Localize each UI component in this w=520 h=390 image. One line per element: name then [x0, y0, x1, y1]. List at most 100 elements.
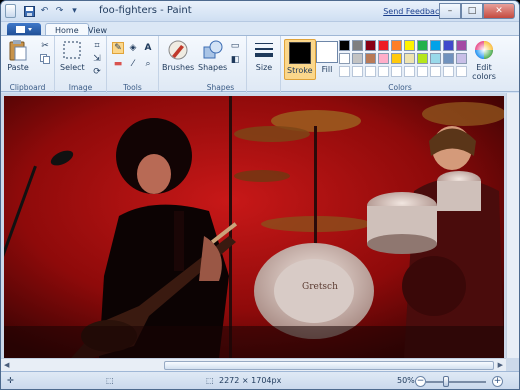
custom-color-slot[interactable]: [417, 66, 428, 77]
select-label: Select: [60, 63, 85, 72]
color-swatch[interactable]: [339, 40, 350, 51]
fill-bucket-icon[interactable]: ◈: [127, 42, 139, 54]
magnifier-icon[interactable]: ⌕: [142, 58, 154, 70]
select-button[interactable]: Select: [60, 39, 85, 72]
select-icon: [61, 39, 83, 61]
shapes-group: Shapes ▭ ◧ Shapes: [195, 36, 247, 93]
zoom-out-icon[interactable]: −: [415, 376, 426, 387]
color-swatch[interactable]: [378, 53, 389, 64]
cursor-position-icon: ✛: [7, 376, 14, 385]
colors-group: Stroke Fill Edit colors Colors: [281, 36, 519, 93]
color-swatch[interactable]: [352, 53, 363, 64]
image-size-icon: ⬚: [206, 376, 214, 385]
color-swatch[interactable]: [365, 53, 376, 64]
image-group: Select ⌗ ⇲ ⟳ Image: [55, 36, 107, 93]
custom-color-slot[interactable]: [339, 66, 350, 77]
outline-icon[interactable]: ▭: [229, 40, 241, 52]
color-swatch[interactable]: [365, 40, 376, 51]
brushes-button[interactable]: Brushes: [162, 39, 194, 72]
fill-label: Fill: [321, 65, 333, 74]
zoom-slider-thumb[interactable]: [443, 376, 449, 387]
undo-icon[interactable]: ↶: [38, 4, 51, 18]
color-swatch[interactable]: [391, 53, 402, 64]
zoom-in-icon[interactable]: +: [492, 376, 503, 387]
save-icon[interactable]: [23, 4, 36, 18]
scroll-right-icon[interactable]: ▶: [498, 361, 503, 369]
color-swatch[interactable]: [391, 40, 402, 51]
window-menu-icon[interactable]: [5, 4, 16, 18]
color-swatch[interactable]: [456, 53, 467, 64]
edit-colors-button[interactable]: Edit colors: [469, 39, 499, 81]
copy-icon[interactable]: [39, 53, 51, 65]
send-feedback-link[interactable]: Send Feedback: [383, 7, 444, 16]
color-swatch[interactable]: [404, 40, 415, 51]
color-swatch[interactable]: [443, 40, 454, 51]
brush-icon: [167, 39, 189, 61]
clipboard-group: Paste ✂ Clipboard: [1, 36, 55, 93]
custom-color-slot[interactable]: [443, 66, 454, 77]
selection-size-icon: ⬚: [106, 376, 114, 385]
color-swatch[interactable]: [430, 53, 441, 64]
text-icon[interactable]: A: [142, 42, 154, 54]
custom-color-slot[interactable]: [352, 66, 363, 77]
image-label: Image: [68, 83, 93, 92]
color-swatch[interactable]: [456, 40, 467, 51]
horizontal-scrollbar[interactable]: ◀ ▶: [1, 358, 506, 371]
ribbon: Paste ✂ Clipboard Select ⌗ ⇲ ⟳ Image ✎ ◈…: [1, 35, 519, 93]
color-swatch[interactable]: [417, 40, 428, 51]
color-swatch[interactable]: [378, 40, 389, 51]
color-swatch[interactable]: [339, 53, 350, 64]
scroll-left-icon[interactable]: ◀: [4, 361, 9, 369]
paste-label: Paste: [7, 63, 29, 72]
canvas-image[interactable]: Gretsch: [4, 96, 504, 358]
minimize-button[interactable]: –: [439, 3, 461, 19]
paste-button[interactable]: Paste: [7, 39, 29, 72]
horizontal-scroll-thumb[interactable]: [164, 361, 494, 370]
custom-color-slot[interactable]: [378, 66, 389, 77]
image-dimensions: 2272 × 1704px: [219, 376, 282, 385]
svg-text:Gretsch: Gretsch: [302, 282, 338, 292]
maximize-button[interactable]: □: [461, 3, 483, 19]
color-swatch[interactable]: [404, 53, 415, 64]
color-swatch[interactable]: [430, 40, 441, 51]
shape-fill-icon[interactable]: ◧: [229, 54, 241, 66]
size-button[interactable]: Size: [253, 39, 275, 72]
color-swatch[interactable]: [443, 53, 454, 64]
custom-color-slot[interactable]: [456, 66, 467, 77]
color-wheel-icon: [473, 39, 495, 61]
custom-color-slot[interactable]: [365, 66, 376, 77]
custom-color-slot[interactable]: [430, 66, 441, 77]
stroke-color-swatch: [288, 42, 311, 64]
vertical-scrollbar[interactable]: [506, 93, 519, 358]
colors-label: Colors: [388, 83, 412, 92]
fill-color-button[interactable]: Fill: [314, 39, 340, 76]
paste-icon: [7, 39, 29, 61]
resize-icon[interactable]: ⇲: [91, 53, 103, 65]
crop-icon[interactable]: ⌗: [91, 40, 103, 52]
line-width-icon: [253, 39, 275, 61]
customize-qat-icon[interactable]: ▾: [68, 4, 81, 18]
fill-color-swatch: [316, 41, 338, 63]
stroke-label: Stroke: [287, 66, 313, 75]
shapes-group-label: Shapes: [206, 83, 235, 92]
window-controls: – □ ✕: [439, 3, 515, 19]
pencil-icon[interactable]: ✎: [112, 42, 124, 54]
zoom-slider-track[interactable]: [426, 381, 486, 383]
cut-icon[interactable]: ✂: [39, 40, 51, 52]
color-swatch[interactable]: [352, 40, 363, 51]
tools-group: ✎ ◈ A ▬ ⁄ ⌕ Tools: [107, 36, 159, 93]
size-label: Size: [255, 63, 273, 72]
shapes-button[interactable]: Shapes: [198, 39, 227, 72]
color-swatch[interactable]: [417, 53, 428, 64]
canvas-area: Gretsch ◀ ▶: [1, 93, 519, 371]
eraser-icon[interactable]: ▬: [112, 58, 124, 70]
clipboard-label: Clipboard: [9, 83, 46, 92]
custom-color-slot[interactable]: [404, 66, 415, 77]
custom-color-slot[interactable]: [391, 66, 402, 77]
stroke-color-button[interactable]: Stroke: [284, 39, 316, 80]
color-picker-icon[interactable]: ⁄: [127, 58, 139, 70]
rotate-icon[interactable]: ⟳: [91, 66, 103, 78]
window-title: foo-fighters - Paint: [99, 5, 192, 16]
close-button[interactable]: ✕: [483, 3, 515, 19]
redo-icon[interactable]: ↷: [53, 4, 66, 18]
